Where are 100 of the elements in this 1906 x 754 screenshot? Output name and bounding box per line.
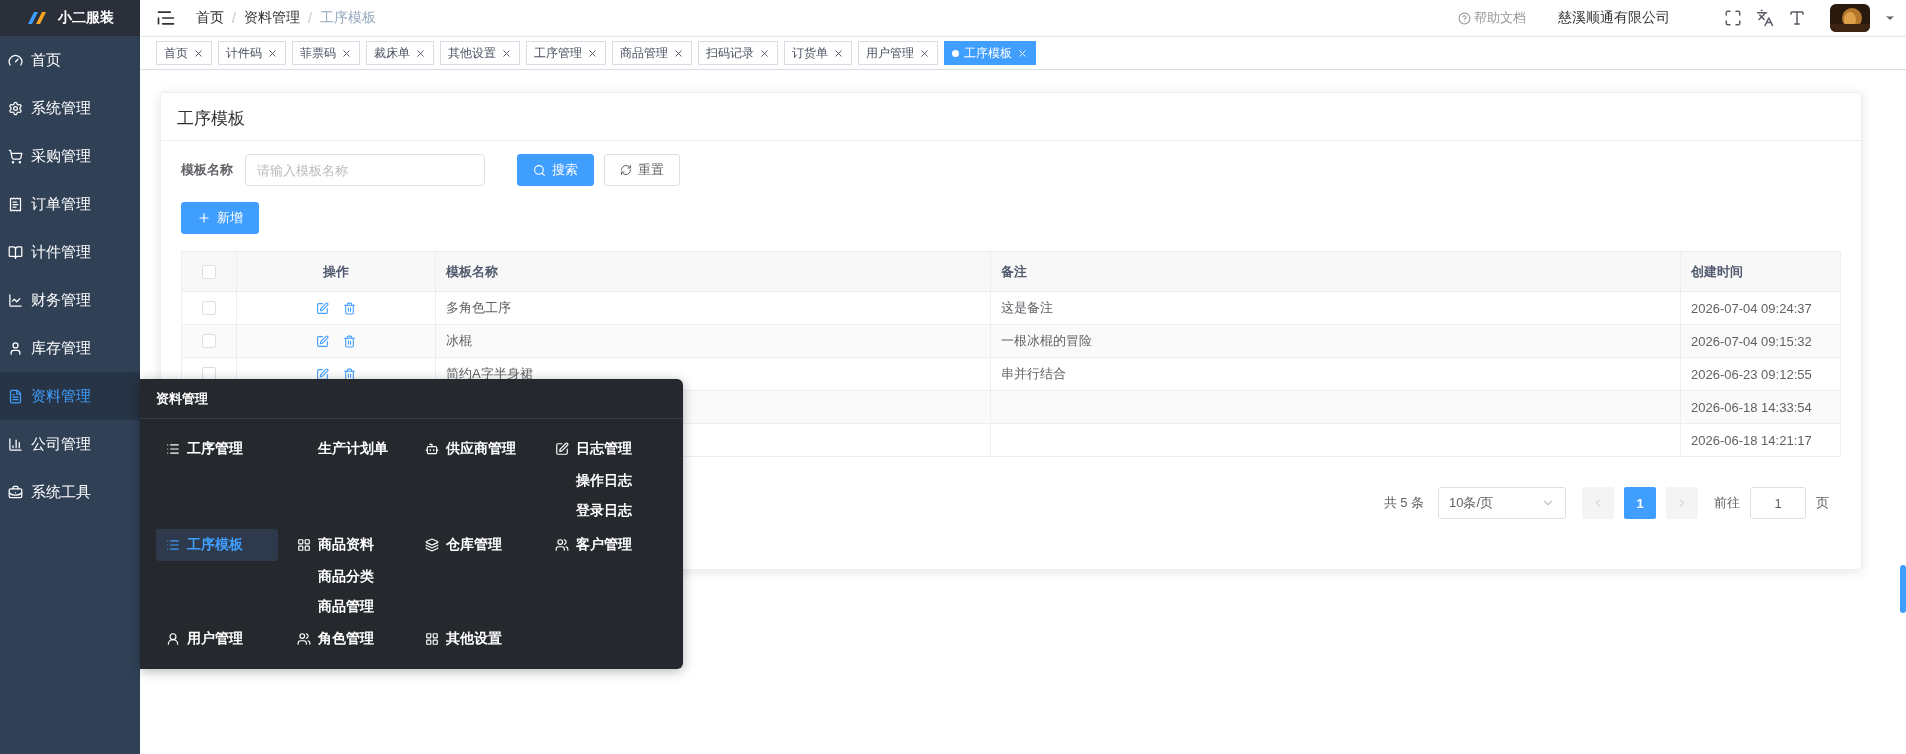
- menu-item[interactable]: 角色管理: [287, 623, 384, 655]
- sidebar-item[interactable]: 计件管理: [0, 228, 140, 276]
- grid-icon: [425, 632, 439, 646]
- sidebar-item[interactable]: 资料管理: [0, 372, 140, 420]
- tab[interactable]: 商品管理: [612, 41, 692, 65]
- tab-label: 工序模板: [964, 44, 1012, 62]
- sidebar-item[interactable]: 财务管理: [0, 276, 140, 324]
- menu-item[interactable]: 用户管理: [156, 623, 253, 655]
- grid-icon: [297, 538, 311, 552]
- breadcrumb-separator: /: [307, 10, 312, 26]
- menu-item[interactable]: 生产计划单: [287, 433, 398, 465]
- close-icon[interactable]: [415, 47, 426, 59]
- breadcrumb-item: 工序模板: [319, 9, 376, 27]
- tab-label: 订货单: [792, 44, 828, 62]
- close-icon[interactable]: [501, 47, 512, 59]
- user-icon: [8, 340, 23, 356]
- sidebar-item[interactable]: 采购管理: [0, 132, 140, 180]
- toolbox-icon: [8, 484, 23, 500]
- close-icon[interactable]: [673, 47, 684, 59]
- user-icon: [166, 632, 180, 646]
- menu-item[interactable]: 工序管理: [156, 433, 253, 465]
- list-icon: [166, 538, 180, 552]
- flyout-title: 资料管理: [140, 379, 683, 419]
- menu-item[interactable]: 商品分类: [318, 568, 374, 586]
- menu-item[interactable]: 登录日志: [576, 502, 632, 520]
- tab-label: 计件码: [226, 44, 262, 62]
- menu-item[interactable]: 供应商管理: [415, 433, 526, 465]
- delete-icon[interactable]: [343, 367, 356, 381]
- menu-item[interactable]: 日志管理: [545, 433, 642, 465]
- tab[interactable]: 菲票码: [292, 41, 360, 65]
- close-icon[interactable]: [587, 47, 598, 59]
- robot-icon: [425, 442, 439, 456]
- tab[interactable]: 裁床单: [366, 41, 434, 65]
- help-icon: [1458, 11, 1471, 25]
- tab[interactable]: 扫码记录: [698, 41, 778, 65]
- menu-item[interactable]: 操作日志: [576, 472, 632, 490]
- tab[interactable]: 用户管理: [858, 41, 938, 65]
- sidebar-item[interactable]: 系统工具: [0, 468, 140, 516]
- close-icon[interactable]: [833, 47, 844, 59]
- tab[interactable]: 首页: [156, 41, 212, 65]
- edit-icon[interactable]: [316, 367, 329, 381]
- users-icon: [555, 538, 569, 552]
- tab[interactable]: 其他设置: [440, 41, 520, 65]
- menu-item[interactable]: 客户管理: [545, 529, 642, 561]
- bar-chart-icon: [8, 436, 23, 452]
- menu-item[interactable]: 商品管理: [318, 598, 374, 616]
- sidebar-item[interactable]: 库存管理: [0, 324, 140, 372]
- edit-icon: [555, 442, 569, 456]
- cart-icon: [8, 148, 23, 164]
- menu-item[interactable]: 仓库管理: [415, 529, 512, 561]
- checkbox[interactable]: [202, 301, 216, 315]
- close-icon[interactable]: [919, 47, 930, 59]
- input-field[interactable]: 请输入模板名称: [245, 154, 485, 186]
- receipt-icon: [8, 196, 23, 212]
- tab-label: 扫码记录: [706, 44, 754, 62]
- tab-label: 其他设置: [448, 44, 496, 62]
- tab[interactable]: 计件码: [218, 41, 286, 65]
- font-size-icon[interactable]: [1788, 9, 1806, 27]
- sidebar-item[interactable]: 系统管理: [0, 84, 140, 132]
- plus-icon: [197, 211, 211, 225]
- close-icon[interactable]: [267, 47, 278, 59]
- breadcrumb-separator: /: [232, 10, 236, 26]
- fullscreen-icon[interactable]: [1724, 9, 1742, 27]
- scrollbar-thumb[interactable]: [1900, 565, 1906, 613]
- dashboard-icon: [8, 52, 23, 68]
- breadcrumb-item[interactable]: 资料管理: [243, 9, 300, 27]
- logo-icon: [26, 10, 48, 26]
- users-icon: [297, 632, 311, 646]
- menu-item[interactable]: 其他设置: [415, 623, 512, 655]
- tab[interactable]: 工序管理: [526, 41, 606, 65]
- menu-icon[interactable]: [156, 8, 176, 28]
- total-count: 共 5 条: [1383, 494, 1424, 512]
- menu-item[interactable]: 工序模板: [156, 529, 278, 561]
- checkbox[interactable]: [202, 334, 216, 348]
- translate-icon[interactable]: [1756, 9, 1774, 27]
- close-icon[interactable]: [759, 47, 770, 59]
- menu-item[interactable]: 商品资料: [287, 529, 384, 561]
- breadcrumb-item[interactable]: 首页: [196, 9, 224, 27]
- card-title: 工序模板: [161, 93, 1861, 141]
- reset-button[interactable]: 重置: [604, 154, 680, 186]
- goto-label: 前往: [1714, 494, 1740, 512]
- page-size-select[interactable]: 10条/页: [1438, 487, 1566, 519]
- layers-icon: [425, 538, 439, 552]
- sidebar-item[interactable]: 订单管理: [0, 180, 140, 228]
- tab-label: 裁床单: [374, 44, 410, 62]
- sidebar-item[interactable]: 首页: [0, 36, 140, 84]
- page-suffix: 页: [1816, 494, 1829, 512]
- page-input[interactable]: 1: [1750, 487, 1806, 519]
- book-icon: [8, 244, 23, 260]
- refresh-icon: [620, 164, 632, 176]
- list-icon: [166, 442, 180, 456]
- field-label: 模板名称: [181, 161, 233, 179]
- close-icon[interactable]: [193, 47, 204, 59]
- tab[interactable]: 订货单: [784, 41, 852, 65]
- tab-label: 商品管理: [620, 44, 668, 62]
- sidebar-item[interactable]: 公司管理: [0, 420, 140, 468]
- document-icon: [8, 388, 23, 404]
- checkbox[interactable]: [202, 264, 216, 279]
- table-cell: 2026-06-18 14:21:17: [1681, 424, 1840, 457]
- close-icon[interactable]: [341, 47, 352, 59]
